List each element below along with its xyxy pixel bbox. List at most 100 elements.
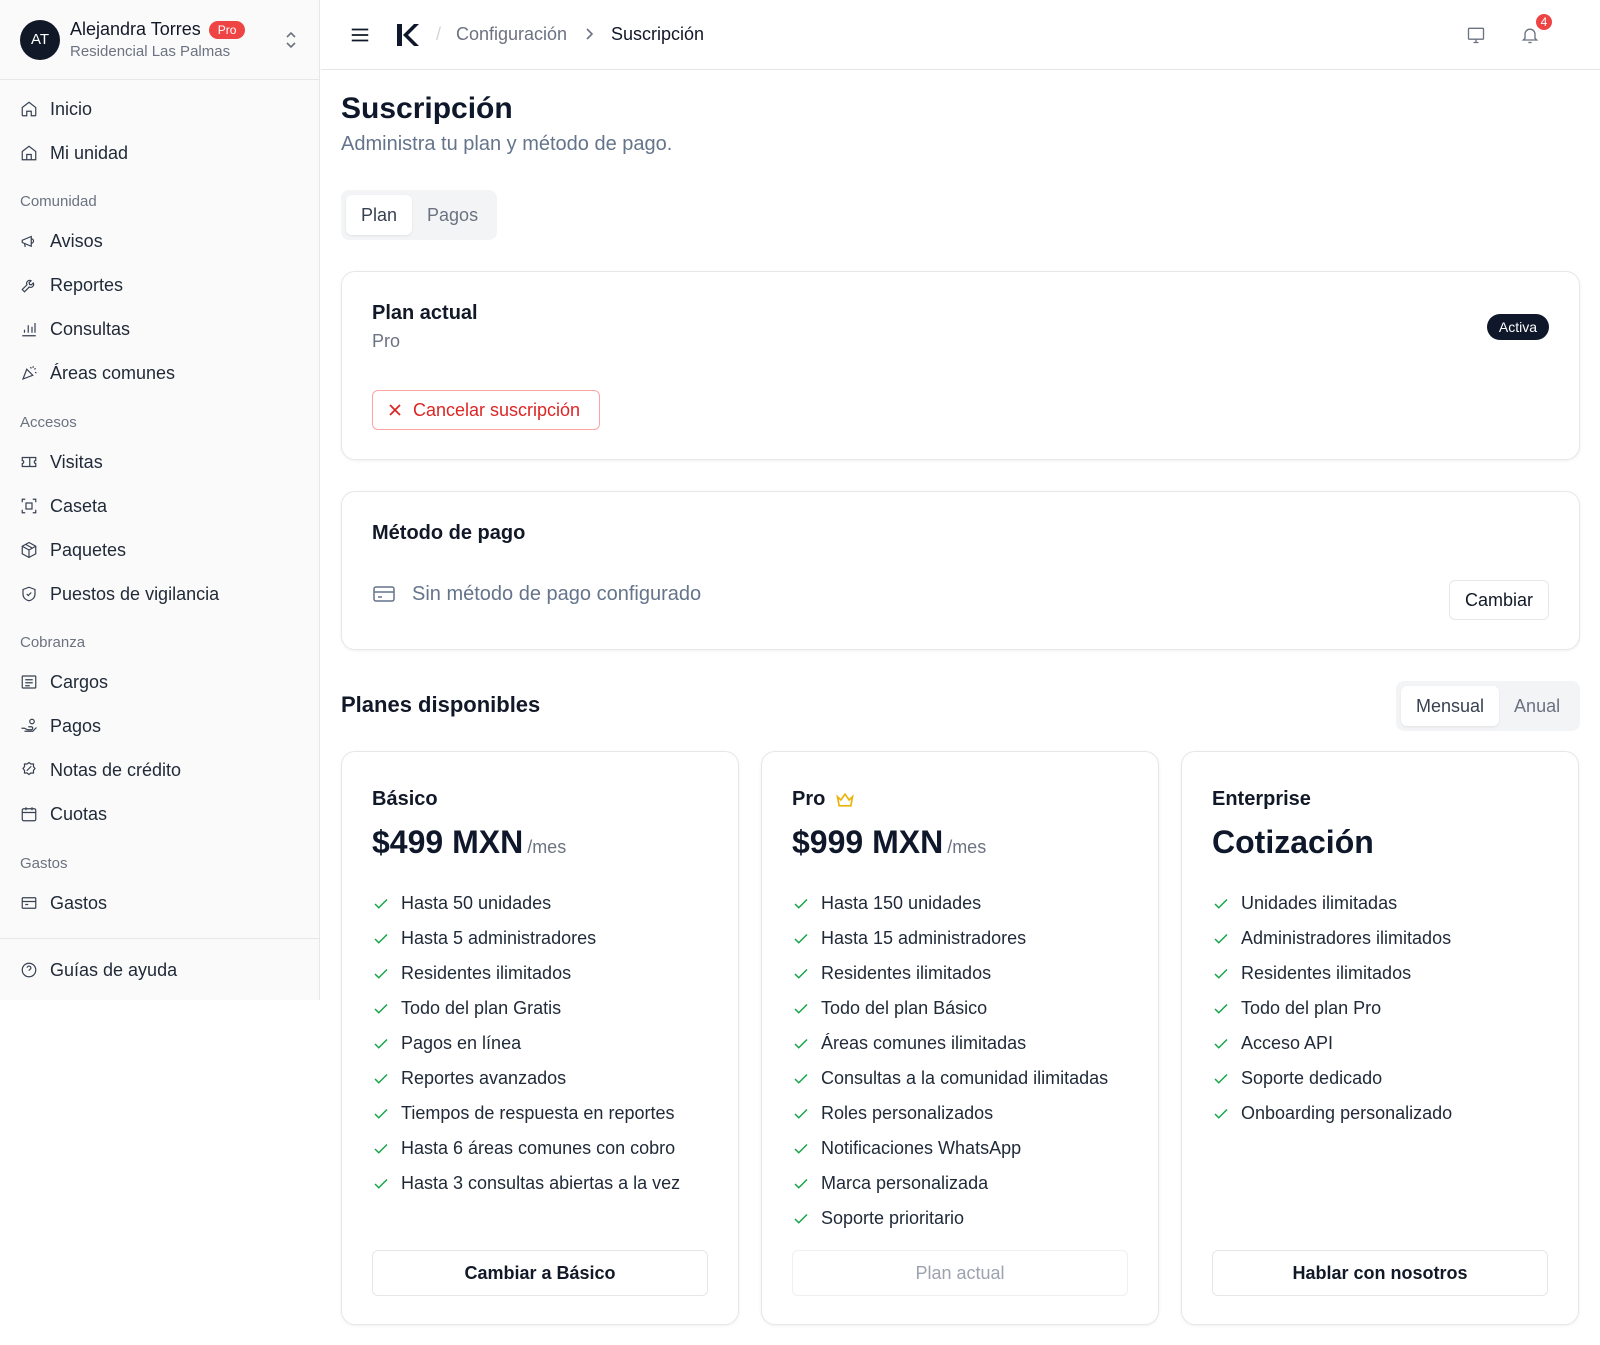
- current-plan-button: Plan actual: [792, 1250, 1128, 1296]
- feature-text: Hasta 3 consultas abiertas a la vez: [401, 1173, 681, 1193]
- check-icon: [794, 1038, 808, 1049]
- crown-icon: [836, 792, 855, 807]
- sidebar-item-visitas[interactable]: Visitas: [20, 450, 103, 474]
- feature-item: Hasta 50 unidades: [372, 886, 680, 921]
- feature-item: Consultas a la comunidad ilimitadas: [792, 1061, 1108, 1096]
- page-subtitle: Administra tu plan y método de pago.: [341, 133, 673, 155]
- feature-item: Soporte dedicado: [1212, 1061, 1452, 1096]
- ticket-icon: [21, 456, 37, 468]
- sidebar-item-areas-comunes[interactable]: Áreas comunes: [20, 361, 175, 385]
- feature-text: Notificaciones WhatsApp: [821, 1138, 1022, 1158]
- current-plan-title: Plan actual: [372, 302, 478, 324]
- feature-item: Hasta 15 administradores: [792, 921, 1108, 956]
- feature-item: Tiempos de respuesta en reportes: [372, 1096, 680, 1131]
- menu-icon[interactable]: [349, 24, 371, 46]
- status-badge: Activa: [1486, 314, 1549, 340]
- check-icon: [1214, 898, 1228, 909]
- sidebar-item-caseta[interactable]: Caseta: [20, 494, 107, 518]
- feature-item: Todo del plan Pro: [1212, 991, 1452, 1026]
- switch-to-basico-button[interactable]: Cambiar a Básico: [372, 1250, 708, 1296]
- feature-item: Hasta 5 administradores: [372, 921, 680, 956]
- sidebar-item-puestos-de-vigilancia[interactable]: Puestos de vigilancia: [20, 582, 219, 606]
- tab-plan[interactable]: Plan: [346, 195, 413, 235]
- change-payment-button[interactable]: Cambiar: [1449, 580, 1549, 620]
- nav-section-comunidad: Comunidad: [20, 193, 97, 210]
- plan-name: Básico: [372, 788, 438, 810]
- check-icon: [794, 1073, 808, 1084]
- contact-sales-button[interactable]: Hablar con nosotros: [1212, 1250, 1548, 1296]
- breadcrumb-configuracion[interactable]: Configuración: [456, 24, 567, 45]
- sidebar-item-notas-de-credito[interactable]: Notas de crédito: [20, 758, 181, 782]
- megaphone-icon: [21, 235, 35, 248]
- feature-item: Hasta 150 unidades: [792, 886, 1108, 921]
- tab-pagos[interactable]: Pagos: [412, 195, 493, 235]
- feature-item: Residentes ilimitados: [1212, 956, 1452, 991]
- feature-text: Tiempos de respuesta en reportes: [401, 1103, 675, 1123]
- calendar-icon: [21, 807, 37, 822]
- feature-item: Unidades ilimitadas: [1212, 886, 1452, 921]
- feature-item: Acceso API: [1212, 1026, 1452, 1061]
- plan-card-enterprise: Enterprise Cotización Unidades ilimitada…: [1181, 751, 1579, 1325]
- payment-method-card: Método de pago Sin método de pago config…: [341, 491, 1580, 650]
- feature-list: Hasta 50 unidades Hasta 5 administradores…: [372, 886, 680, 1201]
- billing-option-mensual[interactable]: Mensual: [1401, 686, 1500, 726]
- check-icon: [794, 968, 808, 979]
- sidebar-item-guias-de-ayuda[interactable]: Guías de ayuda: [20, 958, 177, 982]
- subscription-tabs: Plan Pagos: [341, 190, 497, 240]
- check-icon: [1214, 1073, 1228, 1084]
- feature-item: Residentes ilimitados: [372, 956, 680, 991]
- feature-item: Administradores ilimitados: [1212, 921, 1452, 956]
- check-icon: [1214, 968, 1228, 979]
- sidebar-item-cargos[interactable]: Cargos: [20, 670, 108, 694]
- feature-text: Todo del plan Básico: [821, 998, 988, 1018]
- check-icon: [374, 1073, 388, 1084]
- check-icon: [374, 968, 388, 979]
- plan-badge: Pro: [208, 20, 246, 39]
- feature-text: Residentes ilimitados: [401, 963, 572, 983]
- nav-section-accesos: Accesos: [20, 414, 77, 431]
- check-icon: [1214, 1038, 1228, 1049]
- current-plan-card: Plan actual Pro Activa Cancelar suscripc…: [341, 271, 1580, 460]
- check-icon: [794, 898, 808, 909]
- check-icon: [374, 933, 388, 944]
- chevron-right-icon: [586, 28, 594, 40]
- nav-section-cobranza: Cobranza: [20, 634, 86, 651]
- feature-item: Marca personalizada: [792, 1166, 1108, 1201]
- user-name: Alejandra Torres: [70, 19, 201, 39]
- cancel-subscription-button[interactable]: Cancelar suscripción: [372, 390, 600, 430]
- sidebar-item-avisos[interactable]: Avisos: [20, 229, 103, 253]
- feature-text: Hasta 50 unidades: [401, 893, 552, 913]
- plan-period: /mes: [527, 837, 567, 857]
- plan-card-basico: Básico $499 MXN/mes Hasta 50 unidades Has…: [341, 751, 739, 1325]
- feature-item: Áreas comunes ilimitadas: [792, 1026, 1108, 1061]
- sidebar-item-consultas[interactable]: Consultas: [20, 317, 130, 341]
- feature-item: Onboarding personalizado: [1212, 1096, 1452, 1131]
- check-icon: [374, 898, 388, 909]
- feature-text: Residentes ilimitados: [1241, 963, 1412, 983]
- sidebar-item-pagos[interactable]: Pagos: [20, 714, 101, 738]
- billing-period-toggle: Mensual Anual: [1396, 681, 1580, 731]
- account-switcher[interactable]: AT Alejandra Torres Pro Residencial Las …: [0, 0, 319, 80]
- check-icon: [374, 1143, 388, 1154]
- feature-text: Reportes avanzados: [401, 1068, 567, 1088]
- sidebar-item-reportes[interactable]: Reportes: [20, 273, 123, 297]
- sidebar-item-gastos[interactable]: Gastos: [20, 891, 107, 915]
- sidebar: AT Alejandra Torres Pro Residencial Las …: [0, 0, 320, 1000]
- sidebar-item-cuotas[interactable]: Cuotas: [20, 802, 107, 826]
- check-icon: [1214, 1003, 1228, 1014]
- logo-icon[interactable]: [394, 22, 420, 48]
- monitor-icon[interactable]: [1466, 25, 1486, 45]
- feature-text: Soporte prioritario: [821, 1208, 965, 1228]
- sidebar-divider: [0, 938, 320, 939]
- credit-card-icon: [373, 586, 395, 602]
- feature-text: Hasta 6 áreas comunes con cobro: [401, 1138, 676, 1158]
- feature-item: Pagos en línea: [372, 1026, 680, 1061]
- wallet-icon: [21, 897, 37, 909]
- sidebar-item-paquetes[interactable]: Paquetes: [20, 538, 126, 562]
- check-icon: [794, 1213, 808, 1224]
- feature-text: Residentes ilimitados: [821, 963, 992, 983]
- check-icon: [794, 1003, 808, 1014]
- billing-option-anual[interactable]: Anual: [1499, 686, 1575, 726]
- sidebar-item-inicio[interactable]: Inicio: [20, 97, 92, 121]
- sidebar-item-mi-unidad[interactable]: Mi unidad: [20, 141, 128, 165]
